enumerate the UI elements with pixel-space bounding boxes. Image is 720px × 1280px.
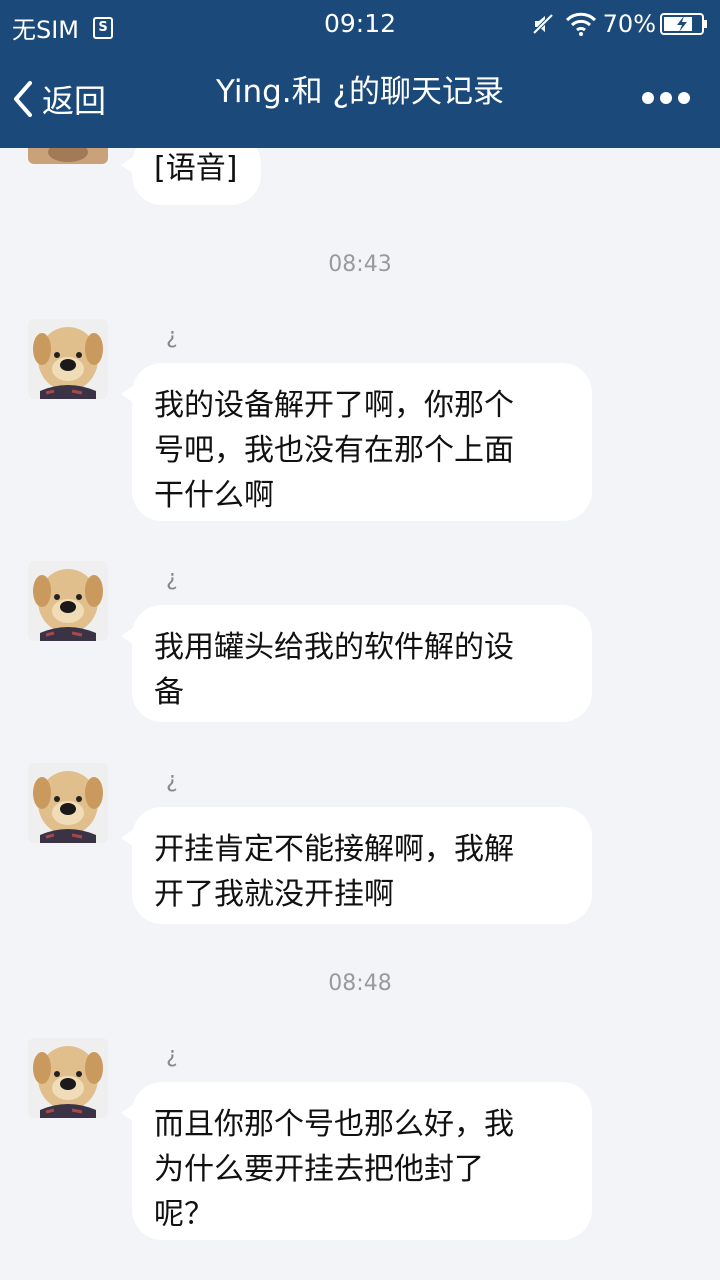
chevron-left-icon — [14, 81, 32, 117]
timestamp: 08:48 — [328, 971, 392, 996]
avatar[interactable] — [28, 148, 108, 164]
avatar[interactable] — [28, 561, 108, 641]
back-label: 返回 — [42, 82, 107, 120]
message-text: 而且你那个号也那么好，我 为什么要开挂去把他封了 呢？ — [154, 1107, 514, 1232]
avatar[interactable] — [28, 763, 108, 843]
message-bubble[interactable]: 我的设备解开了啊，你那个 号吧，我也没有在那个上面 干什么啊 — [121, 363, 592, 521]
status-icons: 70% — [531, 10, 708, 38]
battery-icon — [660, 13, 707, 35]
page-title: Ying.和 ¿的聊天记录 — [216, 74, 504, 110]
mute-icon — [532, 13, 554, 35]
app-bar: 无SIM S 09:12 70% 返回 Ying.和 ¿的聊天记录 — [0, 0, 720, 148]
message-text: [语音] — [154, 151, 238, 186]
avatar[interactable] — [28, 1038, 108, 1118]
back-button[interactable]: 返回 — [10, 76, 106, 122]
avatar[interactable] — [28, 319, 108, 399]
nav-bar: 返回 Ying.和 ¿的聊天记录 — [0, 50, 720, 148]
more-icon[interactable] — [642, 86, 690, 110]
sender-name: ¿ — [166, 768, 178, 793]
message-text: 我的设备解开了啊，你那个 号吧，我也没有在那个上面 干什么啊 — [154, 388, 514, 513]
sender-name: ¿ — [166, 566, 178, 591]
chat-list[interactable]: [语音] 08:43 ¿ 我的设备解开了啊，你那个 号吧，我也没有在那个上面 干… — [0, 148, 720, 1280]
battery-percent: 70% — [602, 10, 656, 38]
wifi-icon — [565, 12, 596, 36]
sender-name: ¿ — [166, 324, 178, 349]
message-text: 我用罐头给我的软件解的设 备 — [154, 630, 514, 710]
status-bar: 无SIM S 09:12 70% — [0, 0, 720, 50]
message-bubble[interactable]: [语音] — [120, 148, 262, 205]
message-bubble[interactable]: 而且你那个号也那么好，我 为什么要开挂去把他封了 呢？ — [121, 1082, 592, 1240]
message-bubble[interactable]: 我用罐头给我的软件解的设 备 — [121, 605, 592, 722]
message-bubble[interactable]: 开挂肯定不能接解啊，我解 开了我就没开挂啊 — [121, 807, 592, 924]
timestamp: 08:43 — [328, 252, 392, 277]
message-text: 开挂肯定不能接解啊，我解 开了我就没开挂啊 — [154, 832, 514, 912]
sender-name: ¿ — [166, 1043, 178, 1068]
